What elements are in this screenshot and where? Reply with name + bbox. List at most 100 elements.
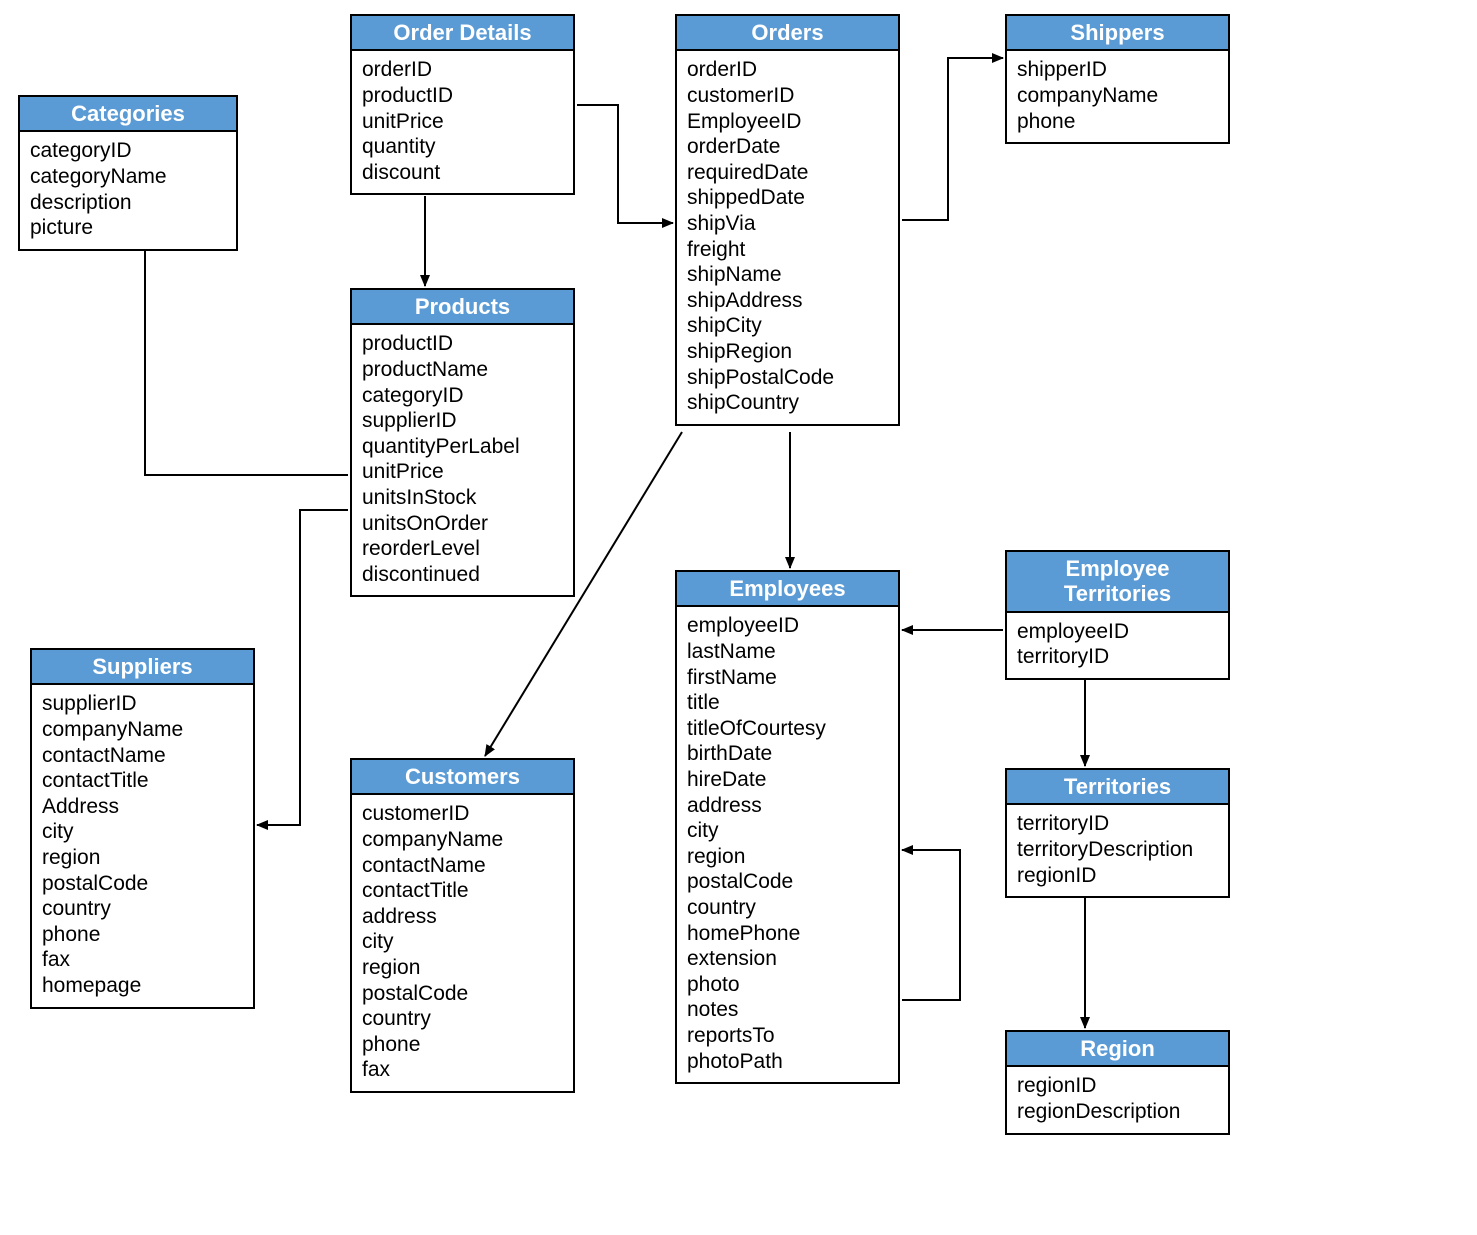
entity-body-employees: employeeIDlastNamefirstNametitletitleOfC… bbox=[677, 607, 898, 1082]
field: photoPath bbox=[687, 1049, 888, 1075]
entity-header-orders: Orders bbox=[677, 16, 898, 51]
field: regionDescription bbox=[1017, 1099, 1218, 1125]
field: companyName bbox=[42, 717, 243, 743]
field: shipPostalCode bbox=[687, 365, 888, 391]
entity-header-order-details: Order Details bbox=[352, 16, 573, 51]
relationship-arrow bbox=[145, 238, 348, 475]
field: country bbox=[362, 1006, 563, 1032]
field: postalCode bbox=[362, 981, 563, 1007]
entity-header-products: Products bbox=[352, 290, 573, 325]
relationship-arrow bbox=[257, 510, 348, 825]
entity-header-territories: Territories bbox=[1007, 770, 1228, 805]
field: birthDate bbox=[687, 741, 888, 767]
entity-header-customers: Customers bbox=[352, 760, 573, 795]
field: categoryID bbox=[30, 138, 226, 164]
field: country bbox=[687, 895, 888, 921]
field: shipCity bbox=[687, 313, 888, 339]
field: contactName bbox=[42, 743, 243, 769]
field: picture bbox=[30, 215, 226, 241]
field: shipVia bbox=[687, 211, 888, 237]
field: categoryName bbox=[30, 164, 226, 190]
field: supplierID bbox=[362, 408, 563, 434]
field: phone bbox=[42, 922, 243, 948]
field: productID bbox=[362, 83, 563, 109]
entity-shippers[interactable]: ShippersshipperIDcompanyNamephone bbox=[1005, 14, 1230, 144]
field: territoryID bbox=[1017, 811, 1218, 837]
field: customerID bbox=[362, 801, 563, 827]
field: shipperID bbox=[1017, 57, 1218, 83]
field: unitsInStock bbox=[362, 485, 563, 511]
entity-suppliers[interactable]: SupplierssupplierIDcompanyNamecontactNam… bbox=[30, 648, 255, 1009]
field: quantity bbox=[362, 134, 563, 160]
field: country bbox=[42, 896, 243, 922]
field: requiredDate bbox=[687, 160, 888, 186]
entity-body-region: regionIDregionDescription bbox=[1007, 1067, 1228, 1132]
field: productID bbox=[362, 331, 563, 357]
field: shippedDate bbox=[687, 185, 888, 211]
entity-employees[interactable]: EmployeesemployeeIDlastNamefirstNametitl… bbox=[675, 570, 900, 1084]
field: address bbox=[362, 904, 563, 930]
field: city bbox=[362, 929, 563, 955]
field: address bbox=[687, 793, 888, 819]
entity-territories[interactable]: TerritoriesterritoryIDterritoryDescripti… bbox=[1005, 768, 1230, 898]
entity-body-categories: categoryIDcategoryNamedescriptionpicture bbox=[20, 132, 236, 248]
entity-customers[interactable]: Customers customerIDcompanyNamecontactNam… bbox=[350, 758, 575, 1093]
field: hireDate bbox=[687, 767, 888, 793]
field: companyName bbox=[362, 827, 563, 853]
entity-header-employees: Employees bbox=[677, 572, 898, 607]
field: unitPrice bbox=[362, 459, 563, 485]
field: unitPrice bbox=[362, 109, 563, 135]
relationship-arrow bbox=[902, 58, 1003, 220]
field: description bbox=[30, 190, 226, 216]
field: homepage bbox=[42, 973, 243, 999]
relationship-arrow bbox=[577, 105, 673, 223]
entity-header-region: Region bbox=[1007, 1032, 1228, 1067]
field: notes bbox=[687, 997, 888, 1023]
entity-products[interactable]: ProductsproductIDproductNamecategoryIDsu… bbox=[350, 288, 575, 597]
diagram-canvas: CategoriescategoryIDcategoryNamedescript… bbox=[0, 0, 1477, 1235]
field: orderID bbox=[687, 57, 888, 83]
entity-body-suppliers: supplierIDcompanyNamecontactNamecontactT… bbox=[32, 685, 253, 1006]
entity-header-categories: Categories bbox=[20, 97, 236, 132]
entity-body-products: productIDproductNamecategoryIDsupplierID… bbox=[352, 325, 573, 595]
field: orderDate bbox=[687, 134, 888, 160]
field: postalCode bbox=[687, 869, 888, 895]
field: fax bbox=[42, 947, 243, 973]
entity-orders[interactable]: OrdersorderIDcustomerIDEmployeeIDorderDa… bbox=[675, 14, 900, 426]
entity-header-shippers: Shippers bbox=[1007, 16, 1228, 51]
field: shipAddress bbox=[687, 288, 888, 314]
field: photo bbox=[687, 972, 888, 998]
field: categoryID bbox=[362, 383, 563, 409]
field: orderID bbox=[362, 57, 563, 83]
field: regionID bbox=[1017, 863, 1218, 889]
field: phone bbox=[1017, 109, 1218, 135]
field: region bbox=[42, 845, 243, 871]
entity-categories[interactable]: CategoriescategoryIDcategoryNamedescript… bbox=[18, 95, 238, 251]
field: quantityPerLabel bbox=[362, 434, 563, 460]
field: postalCode bbox=[42, 871, 243, 897]
field: Address bbox=[42, 794, 243, 820]
field: EmployeeID bbox=[687, 109, 888, 135]
field: supplierID bbox=[42, 691, 243, 717]
entity-order-details[interactable]: Order DetailsorderIDproductIDunitPricequ… bbox=[350, 14, 575, 195]
field: unitsOnOrder bbox=[362, 511, 563, 537]
field: region bbox=[687, 844, 888, 870]
field: contactTitle bbox=[362, 878, 563, 904]
field: shipRegion bbox=[687, 339, 888, 365]
field: contactName bbox=[362, 853, 563, 879]
field: phone bbox=[362, 1032, 563, 1058]
entity-employee-territories[interactable]: EmployeeTerritoriesemployeeIDterritoryID bbox=[1005, 550, 1230, 680]
field: extension bbox=[687, 946, 888, 972]
entity-body-shippers: shipperIDcompanyNamephone bbox=[1007, 51, 1228, 142]
field: productName bbox=[362, 357, 563, 383]
field: lastName bbox=[687, 639, 888, 665]
entity-region[interactable]: RegionregionIDregionDescription bbox=[1005, 1030, 1230, 1135]
entity-body-orders: orderIDcustomerIDEmployeeIDorderDaterequ… bbox=[677, 51, 898, 424]
field: fax bbox=[362, 1057, 563, 1083]
field: customerID bbox=[687, 83, 888, 109]
field: reportsTo bbox=[687, 1023, 888, 1049]
field: reorderLevel bbox=[362, 536, 563, 562]
entity-body-employee-territories: employeeIDterritoryID bbox=[1007, 613, 1228, 678]
entity-body-order-details: orderIDproductIDunitPricequantitydiscoun… bbox=[352, 51, 573, 193]
relationship-arrow bbox=[902, 850, 960, 1000]
